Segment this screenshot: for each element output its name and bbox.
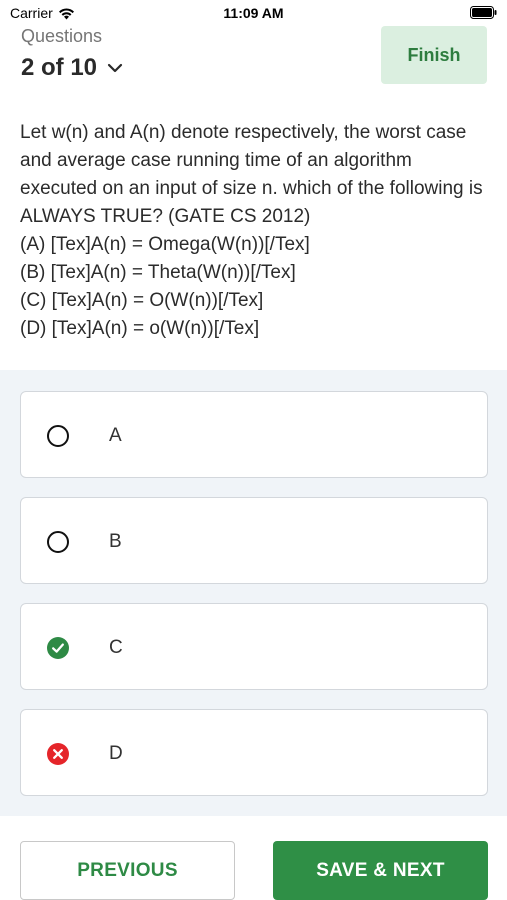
question-option-line-c: (C) [Tex]A(n) = O(W(n))[/Tex] xyxy=(20,290,264,311)
question-option-line-d: (D) [Tex]A(n) = o(W(n))[/Tex] xyxy=(20,318,260,339)
radio-icon xyxy=(47,425,69,447)
answer-option-label: A xyxy=(109,425,122,446)
clock: 11:09 AM xyxy=(223,5,284,21)
questions-label: Questions xyxy=(21,26,103,46)
question-option-line-a: (A) [Tex]A(n) = Omega(W(n))[/Tex] xyxy=(20,234,310,255)
bottom-bar: PREVIOUS SAVE & NEXT xyxy=(0,816,507,900)
question-counter-dropdown[interactable]: 2 of 10 xyxy=(21,54,123,82)
answer-option-label: B xyxy=(109,531,122,552)
answer-option-d[interactable]: D xyxy=(20,709,488,796)
battery-icon xyxy=(470,6,497,19)
radio-icon xyxy=(47,531,69,553)
finish-button[interactable]: Finish xyxy=(381,26,487,84)
answer-option-c[interactable]: C xyxy=(20,603,488,690)
question-counter: 2 of 10 xyxy=(21,54,98,81)
check-circle-icon xyxy=(47,637,69,659)
answer-option-a[interactable]: A xyxy=(20,391,488,478)
header: Questions 2 of 10 Finish xyxy=(0,24,507,90)
save-next-button[interactable]: SAVE & NEXT xyxy=(273,841,488,900)
answer-option-b[interactable]: B xyxy=(20,497,488,584)
question-option-line-b: (B) [Tex]A(n) = Theta(W(n))[/Tex] xyxy=(20,262,296,283)
question-text: Let w(n) and A(n) denote respectively, t… xyxy=(20,119,490,343)
answers-area: A B C D xyxy=(0,370,507,816)
x-circle-icon xyxy=(47,743,69,765)
previous-button[interactable]: PREVIOUS xyxy=(20,841,235,900)
question-body: Let w(n) and A(n) denote respectively, t… xyxy=(20,122,483,227)
answer-option-label: C xyxy=(109,637,123,658)
answer-option-label: D xyxy=(109,743,123,764)
status-bar: Carrier 11:09 AM xyxy=(0,0,507,26)
chevron-down-icon xyxy=(107,63,123,73)
